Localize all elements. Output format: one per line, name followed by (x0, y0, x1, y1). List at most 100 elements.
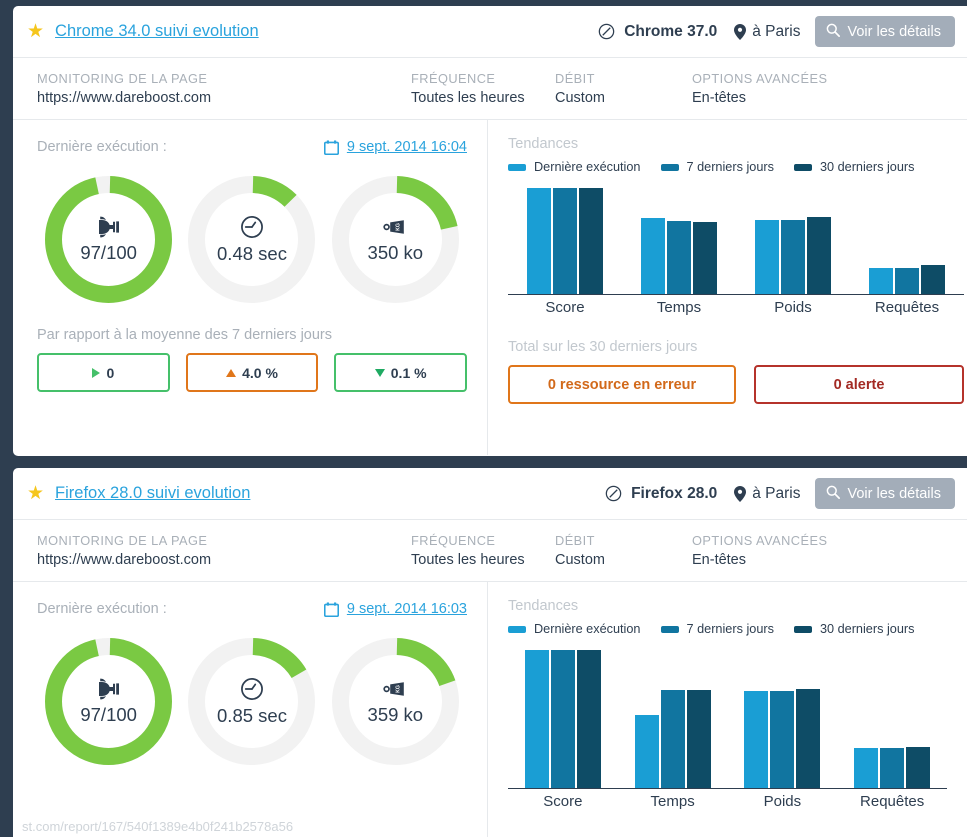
chart-plot-area (508, 188, 964, 295)
browser-chip: Firefox 28.0 (605, 485, 717, 503)
last-run-date-link[interactable]: 9 sept. 2014 16:03 (347, 601, 467, 617)
card-body: Dernière exécution : 9 sept. 2014 16:03 (13, 582, 967, 837)
x-axis-label: Temps (651, 793, 695, 810)
bar-group (527, 188, 603, 294)
legend-swatch (794, 164, 812, 171)
legend-swatch (661, 626, 679, 633)
trophy-icon (97, 677, 121, 701)
bar (921, 265, 945, 294)
compare-time-button[interactable]: 4.0 % (186, 353, 319, 392)
compare-row: 0 4.0 % 0.1 % (37, 353, 467, 392)
search-icon (826, 23, 840, 41)
card-title-link[interactable]: Chrome 34.0 suivi evolution (55, 22, 259, 41)
x-axis-label: Poids (764, 793, 802, 810)
legend-label: 30 derniers jours (820, 622, 915, 636)
bar (906, 747, 930, 788)
gauge-value: 0.85 sec (217, 705, 287, 727)
star-icon[interactable]: ★ (27, 484, 44, 503)
browser-chip: Chrome 37.0 (598, 23, 717, 41)
x-axis-label: Score (543, 793, 582, 810)
gauge-weight: KG 359 ko (324, 636, 467, 767)
card-left-pane: Dernière exécution : 9 sept. 2014 16:03 (13, 582, 488, 837)
meta-value: https://www.dareboost.com (37, 552, 411, 568)
bar-group (869, 188, 945, 294)
meta-value: Toutes les heures (411, 552, 555, 568)
bar-group (641, 188, 717, 294)
browser-compass-icon (598, 23, 615, 40)
card-left-pane: Dernière exécution : 9 sept. 2014 16:04 (13, 120, 488, 455)
meta-frequency: FRÉQUENCE Toutes les heures (411, 533, 555, 568)
legend-item: 30 derniers jours (794, 622, 915, 636)
gauge-value: 97/100 (80, 704, 137, 726)
bar (635, 715, 659, 788)
bar (661, 690, 685, 788)
last-run-row: Dernière exécution : 9 sept. 2014 16:04 (37, 136, 467, 158)
svg-text:KG: KG (396, 223, 402, 231)
bar (895, 268, 919, 295)
browser-compass-icon (605, 485, 622, 502)
gauge-value: 97/100 (80, 242, 137, 264)
gauge-group: 97/100 (37, 174, 467, 305)
browser-name: Firefox 28.0 (631, 485, 717, 503)
chart-x-axis: Score Temps Poids Requêtes (508, 789, 947, 815)
bar (755, 220, 779, 294)
compare-requests-button[interactable]: 0 (37, 353, 170, 392)
bar (880, 748, 904, 788)
meta-monitoring-page: MONITORING DE LA PAGE https://www.darebo… (37, 71, 411, 106)
bar-group (854, 650, 930, 788)
star-icon[interactable]: ★ (27, 22, 44, 41)
calendar-icon (324, 140, 339, 155)
compare-value: 0 (106, 365, 114, 381)
x-axis-label: Requêtes (875, 299, 939, 316)
bar (770, 691, 794, 788)
trends-bar-chart: ScoreTempsPoidsRequêtes (508, 188, 964, 321)
card-body: Dernière exécution : 9 sept. 2014 16:04 (13, 120, 967, 455)
bar (525, 650, 549, 788)
bar (854, 748, 878, 788)
meta-monitoring-page: MONITORING DE LA PAGE https://www.darebo… (37, 533, 411, 568)
monitoring-card: ★ Firefox 28.0 suivi evolution Firefox 2… (13, 468, 967, 837)
clock-icon (239, 676, 265, 702)
meta-key: FRÉQUENCE (411, 71, 555, 86)
bar (744, 691, 768, 788)
last-run-row: Dernière exécution : 9 sept. 2014 16:03 (37, 598, 467, 620)
bar (807, 217, 831, 294)
x-axis-label: Poids (774, 299, 812, 316)
compare-weight-button[interactable]: 0.1 % (334, 353, 467, 392)
gauge-ring: 0.48 sec (186, 174, 317, 305)
alerts-row: 0 ressource en erreur 0 alerte (508, 365, 964, 404)
last-run-date-link[interactable]: 9 sept. 2014 16:04 (347, 139, 467, 155)
monitoring-card: ★ Chrome 34.0 suivi evolution Chrome 37.… (13, 6, 967, 456)
compare-value: 0.1 % (391, 365, 427, 381)
bar-group (755, 188, 831, 294)
alerts-button[interactable]: 0 alerte (754, 365, 964, 404)
x-axis-label: Requêtes (860, 793, 924, 810)
meta-key: DÉBIT (555, 71, 692, 86)
trophy-icon (97, 215, 121, 239)
search-icon (826, 485, 840, 503)
gauge-value: 0.48 sec (217, 243, 287, 265)
card-meta-row: MONITORING DE LA PAGE https://www.darebo… (13, 520, 967, 582)
gauge-ring: 0.85 sec (186, 636, 317, 767)
svg-text:KG: KG (396, 685, 402, 693)
bar-group (525, 650, 601, 788)
resource-errors-button[interactable]: 0 ressource en erreur (508, 365, 736, 404)
arrow-right-icon (92, 368, 100, 378)
view-details-button[interactable]: Voir les détails (815, 478, 956, 509)
bar (687, 690, 711, 788)
titlebar-actions: Chrome 37.0 à Paris Voir les détails (598, 16, 955, 47)
totals-label: Total sur les 30 derniers jours (508, 339, 964, 355)
compare-value: 4.0 % (242, 365, 278, 381)
bar (667, 221, 691, 294)
view-details-button[interactable]: Voir les détails (815, 16, 956, 47)
bar-group (635, 650, 711, 788)
legend-swatch (661, 164, 679, 171)
card-title-link[interactable]: Firefox 28.0 suivi evolution (55, 484, 250, 503)
bar (551, 650, 575, 788)
bar (553, 188, 577, 294)
bar (527, 188, 551, 294)
meta-advanced-options: OPTIONS AVANCÉES En-têtes (692, 533, 827, 568)
meta-key: OPTIONS AVANCÉES (692, 71, 827, 86)
meta-key: DÉBIT (555, 533, 692, 548)
legend-item: 30 derniers jours (794, 160, 915, 174)
